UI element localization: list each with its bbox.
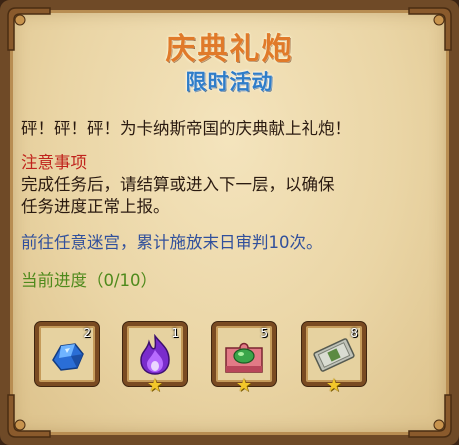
reward-slot[interactable]: 2 xyxy=(35,322,99,386)
reward-count: 2 xyxy=(83,326,91,340)
reward-slot[interactable]: 5 ★ xyxy=(212,322,276,396)
ticket-icon xyxy=(312,334,356,376)
purple-flame-icon xyxy=(133,333,177,376)
event-subtitle: 限时活动 xyxy=(185,70,274,94)
event-description: 砰！砰！砰！为卡纳斯帝国的庆典献上礼炮！ xyxy=(21,119,351,138)
star-icon: ★ xyxy=(325,375,343,396)
reward-slot[interactable]: 8 ★ xyxy=(302,322,366,396)
corner-ornament xyxy=(407,393,453,439)
star-icon: ★ xyxy=(235,375,253,396)
reward-count: 5 xyxy=(260,326,268,340)
event-title: 庆典礼炮 xyxy=(165,32,294,67)
corner-ornament xyxy=(6,393,52,439)
reward-count: 1 xyxy=(171,326,179,340)
notice-text-line: 完成任务后，请结算或进入下一层，以确保 xyxy=(21,175,335,194)
notice-heading: 注意事项 xyxy=(21,153,87,172)
task-objective: 前往任意迷宫，累计施放末日审判10次。 xyxy=(21,233,323,252)
reward-count: 8 xyxy=(350,326,358,340)
blue-crystal-icon xyxy=(45,334,89,376)
reward-slot[interactable]: 1 ★ xyxy=(123,322,187,396)
puzzle-gem-icon xyxy=(222,334,266,376)
task-progress: 当前进度（0/10） xyxy=(21,271,158,290)
notice-text-line: 任务进度正常上报。 xyxy=(21,197,170,216)
star-icon: ★ xyxy=(146,375,164,396)
